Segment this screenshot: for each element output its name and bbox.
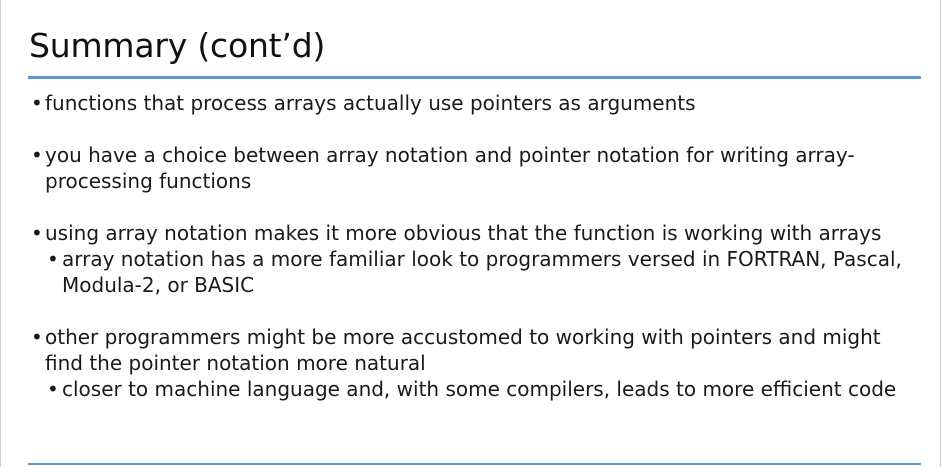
sub-bullet-item: • array notation has a more familiar loo… (47, 246, 921, 298)
slide-title: Summary (cont’d) (29, 26, 326, 65)
bullet-text: other programmers might be more accustom… (45, 325, 881, 375)
bullet-item: • functions that process arrays actually… (31, 90, 921, 116)
sub-bullet-icon: • (47, 247, 59, 271)
sub-bullet-list: • closer to machine language and, with s… (45, 376, 921, 402)
bullet-item: • using array notation makes it more obv… (31, 220, 921, 298)
bullet-icon: • (31, 325, 43, 349)
sub-bullet-list: • array notation has a more familiar loo… (45, 246, 921, 298)
bullet-text: using array notation makes it more obvio… (45, 221, 882, 245)
sub-bullet-icon: • (47, 377, 59, 401)
bullet-item: • you have a choice between array notati… (31, 142, 921, 194)
sub-bullet-text: array notation has a more familiar look … (62, 247, 902, 297)
bullet-icon: • (31, 221, 43, 245)
bullet-item: • other programmers might be more accust… (31, 324, 921, 402)
bullet-list: • functions that process arrays actually… (31, 90, 921, 402)
sub-bullet-item: • closer to machine language and, with s… (47, 376, 921, 402)
bullet-text: you have a choice between array notation… (45, 143, 855, 193)
sub-bullet-text: closer to machine language and, with som… (62, 377, 897, 401)
title-underline (28, 76, 921, 79)
bullet-icon: • (31, 91, 43, 115)
bullet-icon: • (31, 143, 43, 167)
bullet-text: functions that process arrays actually u… (45, 91, 696, 115)
slide: Summary (cont’d) • functions that proces… (0, 0, 941, 467)
footer-rule (28, 463, 921, 465)
